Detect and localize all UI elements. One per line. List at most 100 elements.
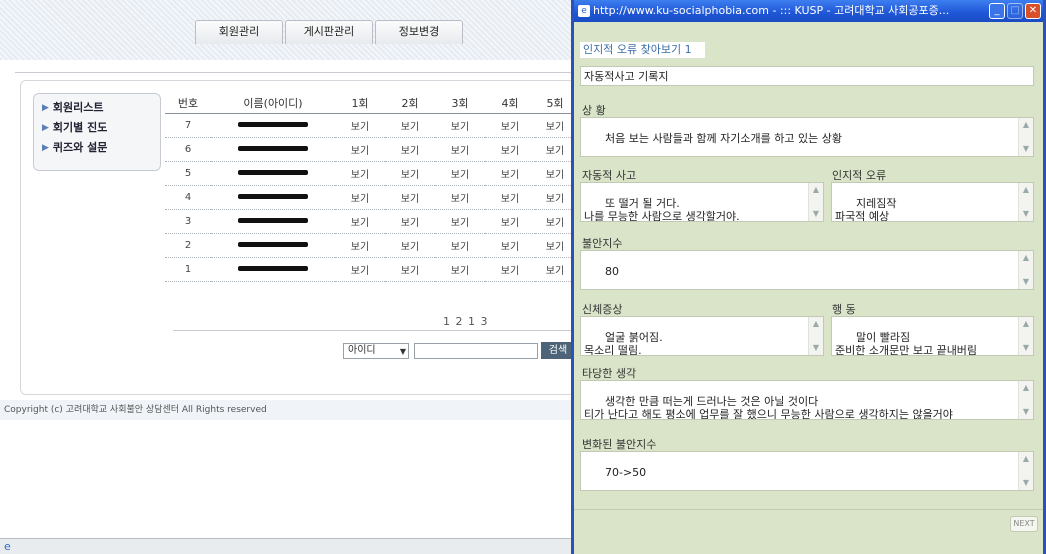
view-link[interactable]: 보기 xyxy=(385,113,435,138)
redaction-bar xyxy=(238,194,308,199)
view-link[interactable]: 보기 xyxy=(335,113,385,138)
scrollbar[interactable]: ▲ ▼ xyxy=(1018,381,1033,419)
sidebar-item-label: 회기별 진도 xyxy=(52,121,108,134)
anxiety-label: 불안지수 xyxy=(582,237,623,250)
view-link[interactable]: 보기 xyxy=(385,161,435,186)
view-link[interactable]: 보기 xyxy=(335,161,385,186)
physical-field[interactable]: 얼굴 붉어짐. 목소리 떨림. ▲ ▼ xyxy=(580,316,824,356)
view-link[interactable]: 보기 xyxy=(435,185,485,210)
scroll-up-icon[interactable]: ▲ xyxy=(1021,185,1031,195)
scrollbar[interactable]: ▲ ▼ xyxy=(808,317,823,355)
view-link[interactable]: 보기 xyxy=(535,209,575,234)
view-link[interactable]: 보기 xyxy=(335,209,385,234)
view-link[interactable]: 보기 xyxy=(435,209,485,234)
view-link[interactable]: 보기 xyxy=(535,233,575,258)
view-link[interactable]: 보기 xyxy=(335,257,385,282)
changed-anxiety-field[interactable]: 70->50 ▲ ▼ xyxy=(580,451,1034,491)
window-title: http://www.ku-socialphobia.com - ::: KUS… xyxy=(593,4,950,17)
scroll-up-icon[interactable]: ▲ xyxy=(1021,383,1031,393)
scroll-down-icon[interactable]: ▼ xyxy=(811,209,821,219)
scrollbar[interactable]: ▲ ▼ xyxy=(808,183,823,221)
scrollbar[interactable]: ▲ ▼ xyxy=(1018,452,1033,490)
view-link[interactable]: 보기 xyxy=(435,113,485,138)
scroll-down-icon[interactable]: ▼ xyxy=(1021,407,1031,417)
search-button[interactable]: 검색 xyxy=(541,342,575,359)
anxiety-field[interactable]: 80 ▲ ▼ xyxy=(580,250,1034,290)
view-link[interactable]: 보기 xyxy=(385,185,435,210)
scroll-up-icon[interactable]: ▲ xyxy=(811,319,821,329)
view-link[interactable]: 보기 xyxy=(335,233,385,258)
window-titlebar[interactable]: e http://www.ku-socialphobia.com - ::: KU… xyxy=(574,0,1043,22)
tab-info-change[interactable]: 정보변경 xyxy=(375,20,463,44)
view-link[interactable]: 보기 xyxy=(385,257,435,282)
view-link[interactable]: 보기 xyxy=(485,257,535,282)
sidebar-item-member-list[interactable]: ▶ 회원리스트 xyxy=(34,98,160,118)
view-link[interactable]: 보기 xyxy=(535,257,575,282)
view-link[interactable]: 보기 xyxy=(485,233,535,258)
view-link[interactable]: 보기 xyxy=(335,137,385,162)
sidebar-item-label: 퀴즈와 설문 xyxy=(52,141,108,154)
sidebar-item-session-progress[interactable]: ▶ 회기별 진도 xyxy=(34,118,160,138)
physical-text: 얼굴 붉어짐. 목소리 떨림. xyxy=(584,331,663,356)
view-link[interactable]: 보기 xyxy=(335,185,385,210)
view-link[interactable]: 보기 xyxy=(385,137,435,162)
background-page: 회원관리 게시판관리 정보변경 ▶ 회원리스트 ▶ 회기별 진도 ▶ 퀴즈와 설문 번… xyxy=(0,0,575,554)
scroll-up-icon[interactable]: ▲ xyxy=(811,185,821,195)
view-link[interactable]: 보기 xyxy=(385,209,435,234)
scroll-down-icon[interactable]: ▼ xyxy=(1021,209,1031,219)
view-link[interactable]: 보기 xyxy=(535,113,575,138)
next-button[interactable]: NEXT xyxy=(1010,516,1038,532)
view-link[interactable]: 보기 xyxy=(485,185,535,210)
view-link[interactable]: 보기 xyxy=(485,209,535,234)
browser-icon: e xyxy=(4,540,11,553)
auto-thought-label: 자동적 사고 xyxy=(582,169,637,182)
browser-icon: e xyxy=(578,5,590,17)
view-link[interactable]: 보기 xyxy=(485,161,535,186)
redacted-name xyxy=(211,113,335,138)
scrollbar[interactable]: ▲ ▼ xyxy=(1018,183,1033,221)
scroll-up-icon[interactable]: ▲ xyxy=(1021,253,1031,263)
view-link[interactable]: 보기 xyxy=(535,161,575,186)
scroll-up-icon[interactable]: ▲ xyxy=(1021,120,1031,130)
minimize-icon[interactable]: _ xyxy=(989,3,1005,19)
popup-body: 인지적 오류 찾아보기 1 자동적사고 기록지 상 황 처음 보는 사람들과 함… xyxy=(574,22,1043,554)
scrollbar[interactable]: ▲ ▼ xyxy=(1018,118,1033,156)
scroll-down-icon[interactable]: ▼ xyxy=(811,343,821,353)
close-icon[interactable]: ✕ xyxy=(1025,3,1041,19)
view-link[interactable]: 보기 xyxy=(435,161,485,186)
sidebar-item-quiz-survey[interactable]: ▶ 퀴즈와 설문 xyxy=(34,138,160,158)
cognitive-error-field[interactable]: 지레짐작 파국적 예상 ▲ ▼ xyxy=(831,182,1034,222)
sidebar-item-label: 회원리스트 xyxy=(52,101,104,114)
view-link[interactable]: 보기 xyxy=(435,257,485,282)
view-link[interactable]: 보기 xyxy=(535,137,575,162)
auto-thought-field[interactable]: 또 떨거 될 거다. 나를 무능한 사람으로 생각할거야. ▲ ▼ xyxy=(580,182,824,222)
view-link[interactable]: 보기 xyxy=(485,113,535,138)
view-link[interactable]: 보기 xyxy=(385,233,435,258)
scroll-up-icon[interactable]: ▲ xyxy=(1021,319,1031,329)
view-link[interactable]: 보기 xyxy=(535,185,575,210)
col-number: 번호 xyxy=(165,93,211,114)
search-type-select[interactable]: 아이디 ▼ xyxy=(343,343,409,359)
behavior-field[interactable]: 말이 빨라짐 준비한 소개문만 보고 끝내버림 ▲ ▼ xyxy=(831,316,1034,356)
search-input[interactable] xyxy=(414,343,538,359)
scrollbar[interactable]: ▲ ▼ xyxy=(1018,317,1033,355)
view-link[interactable]: 보기 xyxy=(435,137,485,162)
scroll-down-icon[interactable]: ▼ xyxy=(1021,144,1031,154)
tab-member-management[interactable]: 회원관리 xyxy=(195,20,283,44)
rational-field[interactable]: 생각한 만큼 떠는게 드러나는 것은 아닐 것이다 티가 난다고 해도 평소에 … xyxy=(580,380,1034,420)
scroll-down-icon[interactable]: ▼ xyxy=(1021,277,1031,287)
scroll-down-icon[interactable]: ▼ xyxy=(1021,343,1031,353)
arrow-icon: ▶ xyxy=(42,103,49,113)
scrollbar[interactable]: ▲ ▼ xyxy=(1018,251,1033,289)
redacted-name xyxy=(211,185,335,210)
view-link[interactable]: 보기 xyxy=(485,137,535,162)
section-title-text: 자동적사고 기록지 xyxy=(584,70,669,83)
tab-board-management[interactable]: 게시판관리 xyxy=(285,20,373,44)
situation-field[interactable]: 처음 보는 사람들과 함께 자기소개를 하고 있는 상황 ▲ ▼ xyxy=(580,117,1034,157)
row-number: 4 xyxy=(165,185,211,210)
pagination[interactable]: 1 2 1 3 xyxy=(443,315,488,328)
scroll-up-icon[interactable]: ▲ xyxy=(1021,454,1031,464)
scroll-down-icon[interactable]: ▼ xyxy=(1021,478,1031,488)
cognitive-error-label: 인지적 오류 xyxy=(832,169,887,182)
view-link[interactable]: 보기 xyxy=(435,233,485,258)
